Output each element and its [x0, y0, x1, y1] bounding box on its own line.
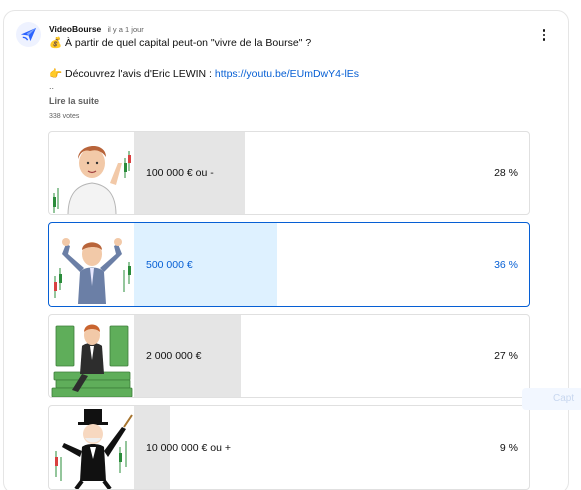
post-ellipsis: .. [49, 81, 55, 91]
post-header: VideoBourse il y a 1 jour [49, 24, 144, 34]
post-time[interactable]: il y a 1 jour [108, 25, 144, 34]
poll-option-1[interactable]: 100 000 € ou - 28 % [48, 131, 530, 215]
poll-option-percent: 27 % [494, 350, 518, 362]
poll-option-percent: 9 % [499, 441, 518, 454]
channel-name[interactable]: VideoBourse [49, 24, 101, 34]
man-on-money-pile-image [50, 316, 134, 397]
poll-option-percent: 36 % [494, 258, 518, 271]
post-promo-line: 👉 Découvrez l'avis d'Eric LEWIN : https:… [49, 67, 359, 80]
post-question: À partir de quel capital peut-on "vivre … [65, 37, 312, 49]
vote-count: 338 votes [49, 113, 80, 120]
pointing-hand-icon: 👉 [49, 68, 63, 80]
channel-avatar[interactable] [16, 22, 41, 47]
read-more-link[interactable]: Lire la suite [49, 96, 99, 106]
paper-plane-logo-icon [20, 27, 37, 42]
businessman-flexing-image [50, 224, 134, 306]
poll-option-label: 100 000 € ou - [146, 167, 214, 179]
faded-overlay-button[interactable]: Capt [522, 388, 581, 410]
post-promo-text: Découvrez l'avis d'Eric LEWIN : [65, 68, 215, 80]
more-vert-icon[interactable] [536, 27, 552, 43]
money-bag-icon: 💰 [49, 37, 63, 49]
poll-option-label: 2 000 000 € [146, 350, 202, 362]
casual-man-rock-gesture-image [50, 133, 134, 214]
poll-option-3[interactable]: 2 000 000 € 27 % [48, 314, 530, 398]
poll-option-percent: 28 % [494, 167, 518, 179]
post-question-line: 💰 À partir de quel capital peut-on "vivr… [49, 36, 311, 49]
monopoly-man-image [50, 407, 134, 489]
poll-option-2[interactable]: 500 000 € 36 % [48, 222, 530, 307]
poll-option-4[interactable]: 10 000 000 € ou + 9 % [48, 405, 530, 490]
post-promo-link[interactable]: https://youtu.be/EUmDwY4-lEs [215, 68, 359, 80]
poll-option-label: 10 000 000 € ou + [146, 441, 231, 454]
poll-option-label: 500 000 € [146, 258, 193, 271]
